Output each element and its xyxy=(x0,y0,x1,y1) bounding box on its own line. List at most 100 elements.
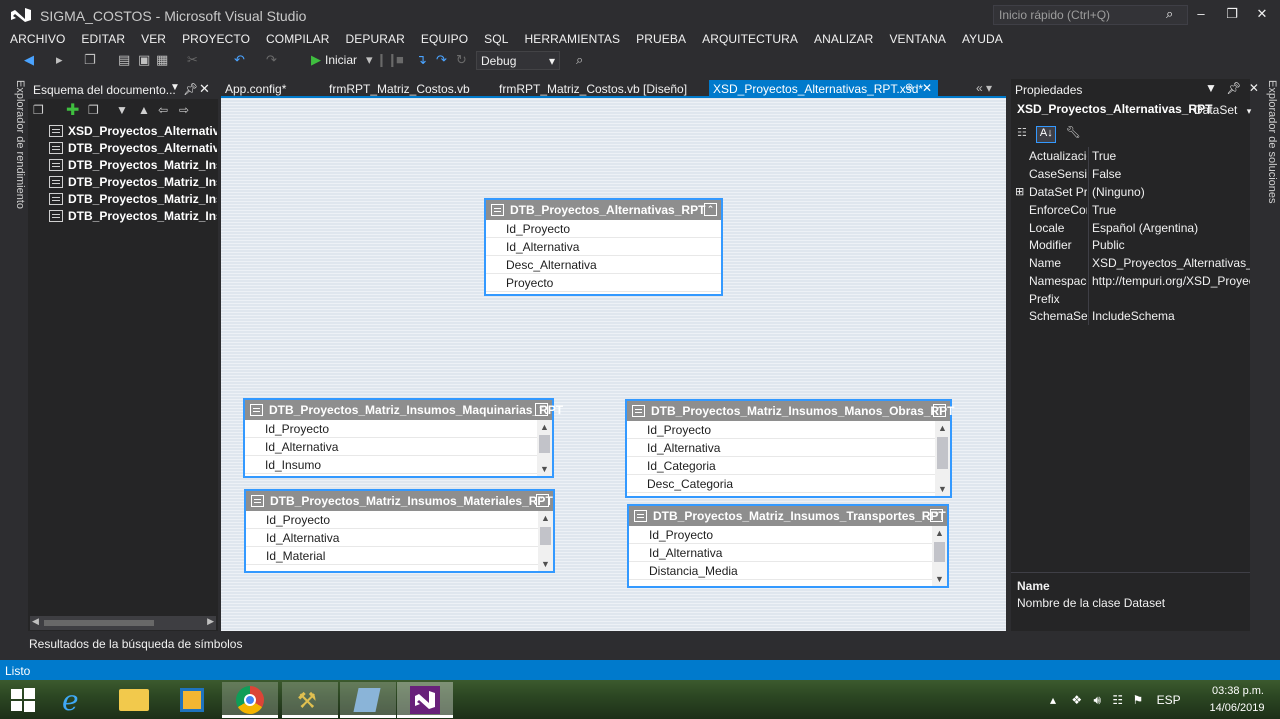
property-value[interactable]: True xyxy=(1092,149,1250,163)
scroll-up-icon[interactable]: ▲ xyxy=(537,422,552,432)
back-icon[interactable]: ◀ xyxy=(24,53,34,67)
vertical-scrollbar[interactable]: ▲ ▼ xyxy=(537,420,552,476)
pin-icon[interactable]: 📌︎ xyxy=(183,82,198,96)
menu-depurar[interactable]: DEPURAR xyxy=(346,30,405,48)
start-icon[interactable]: ▶ xyxy=(311,53,321,67)
taskbar-chrome[interactable] xyxy=(222,682,278,718)
language-indicator[interactable]: ESP xyxy=(1157,693,1181,707)
datatable-header[interactable]: DTB_Proyectos_Matriz_Insumos_Transportes… xyxy=(629,506,947,526)
property-row[interactable]: Namespace http://tempuri.org/XSD_Proyect xyxy=(1011,272,1250,290)
column-row[interactable]: Desc_Alternativa xyxy=(486,256,721,274)
menu-prueba[interactable]: PRUEBA xyxy=(636,30,686,48)
scrollbar-thumb[interactable] xyxy=(539,435,550,453)
scroll-down-icon[interactable]: ▼ xyxy=(538,559,553,569)
property-value[interactable]: http://tempuri.org/XSD_Proyect xyxy=(1092,274,1250,288)
tab-frmrpt-design[interactable]: frmRPT_Matriz_Costos.vb [Diseño] xyxy=(495,80,691,97)
search-icon[interactable]: ⌕ xyxy=(1166,6,1173,22)
property-row[interactable]: SchemaSeri IncludeSchema xyxy=(1011,307,1250,325)
property-value[interactable]: XSD_Proyectos_Alternativas_RPT xyxy=(1092,256,1250,270)
tab-frmrpt-code[interactable]: frmRPT_Matriz_Costos.vb xyxy=(325,80,474,97)
scroll-down-icon[interactable]: ▼ xyxy=(537,464,552,474)
datatable-transportes[interactable]: DTB_Proyectos_Matriz_Insumos_Transportes… xyxy=(627,504,949,588)
property-value[interactable]: Español (Argentina) xyxy=(1092,221,1250,235)
column-row[interactable]: Id_Material xyxy=(246,547,553,565)
property-row[interactable]: ⊞ DataSet Pro (Ninguno) xyxy=(1011,183,1250,201)
property-value[interactable]: False xyxy=(1092,167,1250,181)
column-row[interactable]: Id_Proyecto xyxy=(629,526,947,544)
menu-ventana[interactable]: VENTANA xyxy=(889,30,946,48)
chevron-down-icon[interactable]: ▼ xyxy=(170,82,180,93)
taskbar-internet-explorer[interactable]: e xyxy=(50,682,106,718)
datatable-header[interactable]: DTB_Proyectos_Matriz_Insumos_Materiales_… xyxy=(246,491,553,511)
maximize-button[interactable]: ❐ xyxy=(1220,4,1244,24)
menu-editar[interactable]: EDITAR xyxy=(81,30,125,48)
step-over-icon[interactable]: ↷ xyxy=(436,53,447,67)
property-row[interactable]: EnforceCon True xyxy=(1011,201,1250,219)
tab-overflow-icon[interactable]: « ▾ xyxy=(976,81,992,95)
tab-app-config[interactable]: App.config* xyxy=(221,80,290,97)
property-row[interactable]: Actualizació True xyxy=(1011,147,1250,165)
taskbar-notepad[interactable] xyxy=(340,682,396,718)
datatable-alternativas[interactable]: DTB_Proyectos_Alternativas_RPT ⌃ Id_Proy… xyxy=(484,198,723,296)
datatable-header[interactable]: DTB_Proyectos_Matriz_Insumos_Maquinarias… xyxy=(245,400,563,420)
datatable-header[interactable]: DTB_Proyectos_Alternativas_RPT ⌃ xyxy=(486,200,721,220)
copy-icon[interactable]: ❐ xyxy=(33,103,44,117)
column-row[interactable]: Id_Proyecto xyxy=(486,220,721,238)
collapse-icon[interactable]: ⌃ xyxy=(930,509,943,522)
new-project-icon[interactable]: ❐ xyxy=(84,53,96,67)
solution-explorer-tab[interactable]: Explorador de soluciones xyxy=(1258,80,1278,204)
column-row[interactable]: Id_Alternativa xyxy=(627,439,950,457)
collapse-icon[interactable]: ⌃ xyxy=(536,494,549,507)
dropbox-icon[interactable]: ❖ xyxy=(1071,693,1082,707)
taskbar-outlook[interactable] xyxy=(165,682,221,718)
scroll-right-icon[interactable]: ▶ xyxy=(207,616,214,627)
action-center-icon[interactable]: ⚑ xyxy=(1133,693,1144,707)
volume-icon[interactable]: 🔊︎ xyxy=(1093,693,1101,707)
scroll-down-icon[interactable]: ▼ xyxy=(932,574,947,584)
minimize-button[interactable]: – xyxy=(1189,4,1213,24)
property-value[interactable]: True xyxy=(1092,203,1250,217)
column-row[interactable]: Id_Proyecto xyxy=(246,511,553,529)
move-up-icon[interactable]: ▲ xyxy=(138,103,150,117)
move-left-icon[interactable]: ⇦ xyxy=(158,103,168,117)
column-row[interactable]: Id_Proyecto xyxy=(245,420,552,438)
solution-configuration-select[interactable]: Debug ▾ xyxy=(476,51,560,70)
performance-explorer-tab[interactable]: Explorador de rendimiento xyxy=(6,80,26,209)
property-value[interactable]: (Ninguno) xyxy=(1092,185,1250,199)
menu-ver[interactable]: VER xyxy=(141,30,166,48)
property-value[interactable]: Public xyxy=(1092,238,1250,252)
menu-compilar[interactable]: COMPILAR xyxy=(266,30,329,48)
redo-icon[interactable]: ↷ xyxy=(266,53,277,67)
column-row[interactable]: Id_Categoria xyxy=(627,457,950,475)
network-icon[interactable]: ☷ xyxy=(1112,693,1123,707)
pin-icon[interactable]: ⊕ xyxy=(905,82,913,93)
datatable-header[interactable]: DTB_Proyectos_Matriz_Insumos_Manos_Obras… xyxy=(627,401,954,421)
step-out-icon[interactable]: ↻ xyxy=(456,53,467,67)
outline-item[interactable]: DTB_Proyectos_Matriz_Insum xyxy=(49,209,217,226)
property-pages-icon[interactable]: 🔧︎ xyxy=(1066,125,1082,141)
vertical-scrollbar[interactable]: ▲ ▼ xyxy=(932,526,947,586)
vertical-scrollbar[interactable]: ▲ ▼ xyxy=(538,511,553,571)
collapse-icon[interactable]: ⌃ xyxy=(535,403,548,416)
datatable-maquinarias[interactable]: DTB_Proyectos_Matriz_Insumos_Maquinarias… xyxy=(243,398,563,478)
column-row[interactable]: Distancia_Media xyxy=(629,562,947,580)
scroll-left-icon[interactable]: ◀ xyxy=(32,616,39,627)
collapse-icon[interactable]: ⌃ xyxy=(704,203,717,216)
pin-icon[interactable]: 📌︎ xyxy=(1226,81,1241,95)
pause-icon[interactable]: ❙❙ xyxy=(376,53,398,67)
categorized-icon[interactable]: ☷ xyxy=(1017,126,1033,142)
start-button[interactable]: Iniciar xyxy=(325,53,357,67)
cut-icon[interactable]: ✂ xyxy=(187,53,198,67)
menu-sql[interactable]: SQL xyxy=(484,30,508,48)
taskbar-tools[interactable]: ⚒ xyxy=(282,682,338,718)
property-row[interactable]: Name XSD_Proyectos_Alternativas_RPT xyxy=(1011,254,1250,272)
undo-icon[interactable]: ↶ xyxy=(234,53,245,67)
property-value[interactable]: IncludeSchema xyxy=(1092,309,1250,323)
properties-object-type[interactable]: DataSet ▾ xyxy=(1194,103,1251,117)
scrollbar-thumb[interactable] xyxy=(934,542,945,562)
save-all-icon[interactable]: ▦ xyxy=(156,53,168,67)
collapse-icon[interactable]: ⌃ xyxy=(933,404,946,417)
find-in-files-icon[interactable]: ⌕ xyxy=(576,53,583,67)
properties-object-name[interactable]: XSD_Proyectos_Alternativas_RPT xyxy=(1017,102,1212,116)
taskbar-visual-studio[interactable] xyxy=(397,682,453,718)
